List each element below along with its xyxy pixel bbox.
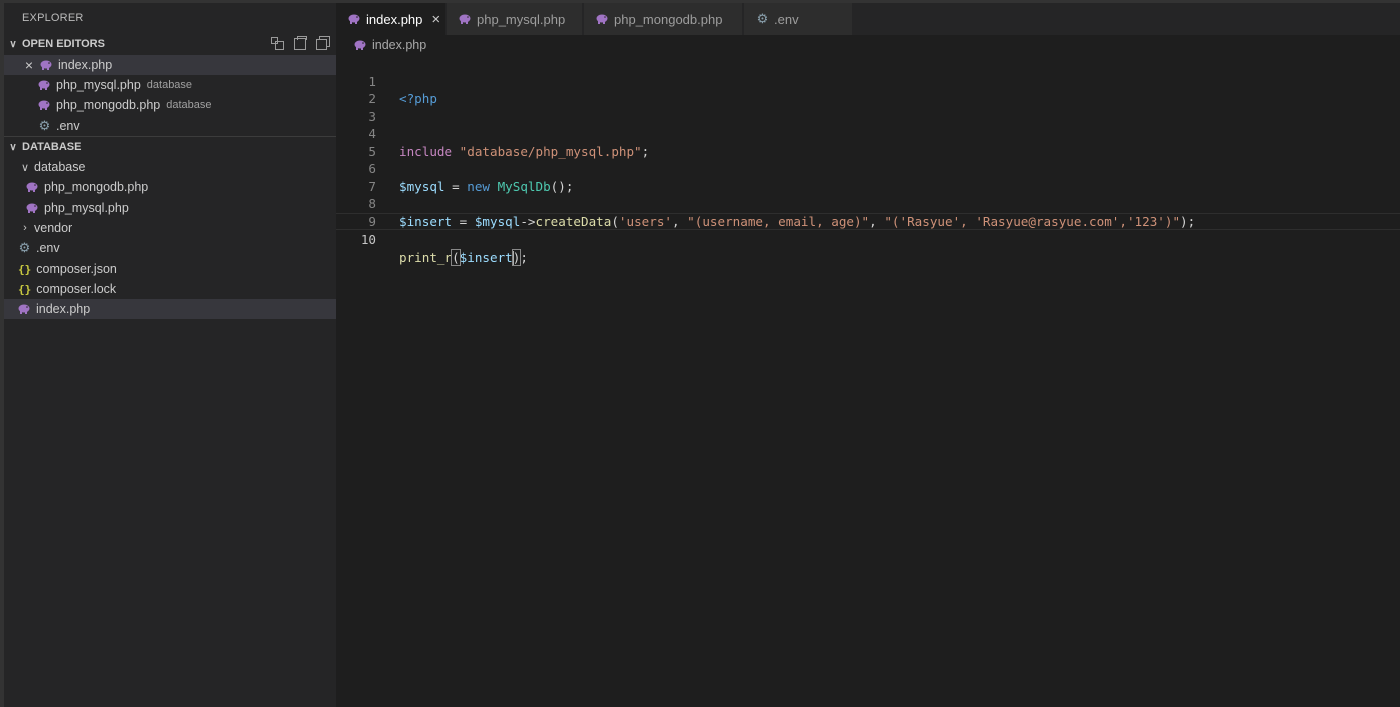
chevron-down-icon: ∨ [9, 38, 17, 50]
punctuation: ; [520, 249, 528, 265]
project-folder-label: DATABASE [22, 141, 82, 153]
code-line: 1 <?php [336, 55, 1400, 107]
explorer-sidebar: EXPLORER ∨ OPEN EDITORS × index.php php_… [4, 3, 336, 707]
open-editors-label: OPEN EDITORS [22, 38, 105, 50]
php-elephant-icon [40, 60, 52, 70]
json-braces-icon: {} [18, 262, 32, 276]
function-name: print_r [399, 249, 453, 265]
open-editors-actions [270, 36, 330, 50]
tree-file-php-mysql[interactable]: php_mysql.php [4, 198, 336, 218]
php-elephant-icon [348, 14, 360, 24]
breadcrumb-file: index.php [372, 38, 427, 52]
tree-file-php-mongodb[interactable]: php_mongodb.php [4, 177, 336, 197]
toggle-vertical-layout-icon[interactable] [270, 36, 284, 50]
gear-icon: ⚙ [38, 118, 51, 133]
breadcrumb[interactable]: index.php [354, 37, 426, 53]
tab-label: php_mongodb.php [614, 11, 723, 27]
php-elephant-icon [596, 14, 608, 24]
tree-item-label: composer.lock [36, 282, 117, 296]
close-icon[interactable]: × [431, 11, 440, 28]
line-number: 10 [360, 232, 376, 247]
code-editor[interactable]: 1 <?php 2 3 4 include "database/php_mysq… [336, 55, 1400, 707]
tree-item-label: vendor [34, 221, 73, 235]
tree-item-label: .env [36, 241, 60, 255]
tree-file-index[interactable]: index.php [4, 299, 336, 319]
php-elephant-icon [459, 14, 471, 24]
open-editor-item-php-mysql[interactable]: php_mysql.php database [4, 75, 336, 95]
tree-file-composer-json[interactable]: {} composer.json [4, 259, 336, 279]
open-editor-label: php_mongodb.php [56, 98, 161, 112]
php-elephant-icon [38, 100, 50, 110]
open-editor-item-index[interactable]: × index.php [4, 55, 336, 75]
editor-tab-bar: index.php × php_mysql.php php_mongodb.ph… [336, 3, 1400, 35]
open-editor-folder: database [146, 79, 193, 91]
tab-php-mongodb[interactable]: php_mongodb.php [584, 3, 743, 35]
json-braces-icon: {} [18, 282, 32, 296]
open-editor-item-env[interactable]: ⚙ .env [4, 116, 336, 136]
chevron-down-icon: ∨ [9, 141, 17, 153]
explorer-title: EXPLORER [22, 12, 84, 24]
php-elephant-icon [354, 40, 366, 50]
code-line-current: 10 print_r($insert); [336, 212, 1400, 266]
tree-item-label: composer.json [36, 262, 117, 276]
open-editor-folder: database [166, 99, 212, 111]
open-editor-label: .env [56, 119, 80, 133]
tab-index-php[interactable]: index.php × [336, 3, 446, 35]
open-editors-header[interactable]: ∨ OPEN EDITORS [4, 34, 336, 54]
tree-folder-database[interactable]: ∨ database [4, 157, 336, 177]
tab-label: index.php [366, 11, 423, 27]
tree-file-env[interactable]: ⚙ .env [4, 238, 336, 258]
tree-item-label: database [34, 160, 86, 174]
tree-item-label: php_mysql.php [44, 201, 129, 215]
close-icon[interactable]: × [22, 57, 36, 73]
bracket-match: ( [451, 248, 461, 266]
tab-env[interactable]: ⚙ .env [744, 3, 853, 35]
php-elephant-icon [18, 304, 30, 314]
code-line: 7 [336, 160, 1400, 194]
open-editor-item-php-mongodb[interactable]: php_mongodb.php database [4, 95, 336, 115]
chevron-down-icon: ∨ [20, 161, 30, 174]
code-line: 8 $insert = $mysql->createData('users', … [336, 178, 1400, 229]
tab-label: .env [774, 11, 799, 27]
php-elephant-icon [38, 80, 50, 90]
close-all-editors-icon[interactable] [316, 36, 330, 50]
tree-item-label: index.php [36, 302, 91, 316]
gear-icon: ⚙ [756, 11, 769, 26]
chevron-right-icon: › [23, 222, 27, 234]
project-folder-header[interactable]: ∨ DATABASE [4, 136, 336, 157]
code-line: 6 $mysql = new MySqlDb(); [336, 143, 1400, 194]
variable-insert: $insert [459, 249, 513, 265]
code-line: 2 [336, 73, 1400, 106]
php-elephant-icon [26, 203, 38, 213]
tree-folder-vendor[interactable]: › vendor [4, 218, 336, 238]
open-editor-label: php_mysql.php [56, 78, 141, 92]
save-all-icon[interactable] [293, 36, 307, 50]
code-line: 9 [336, 195, 1400, 229]
open-editor-label: index.php [58, 58, 113, 72]
tab-label: php_mysql.php [477, 11, 566, 27]
gear-icon: ⚙ [18, 240, 31, 255]
code-line: 4 include "database/php_mysql.php"; [336, 108, 1400, 159]
tree-item-label: php_mongodb.php [44, 180, 149, 194]
code-line: 5 [336, 125, 1400, 159]
code-line: 3 [336, 90, 1400, 124]
tree-file-composer-lock[interactable]: {} composer.lock [4, 279, 336, 299]
tab-php-mysql[interactable]: php_mysql.php [447, 3, 583, 35]
php-elephant-icon [26, 182, 38, 192]
